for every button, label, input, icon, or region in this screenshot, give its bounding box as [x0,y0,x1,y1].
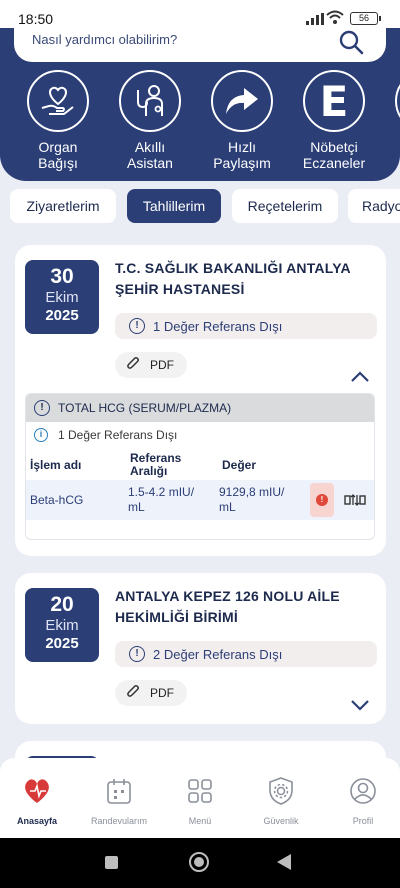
nav-home[interactable]: Anasayfa [0,776,77,826]
quick-action-partial[interactable] [385,70,400,132]
date-badge: 30 Ekim 2025 [25,260,99,334]
date-month: Ekim [45,289,79,306]
test-detail-panel: ! TOTAL HCG (SERUM/PLAZMA) i 1 Değer Ref… [25,393,375,540]
warning-badge: ! [310,483,334,517]
quick-action-label: Organ Bağışı [38,139,78,171]
pdf-button[interactable]: PDF [115,680,187,706]
nav-profile[interactable]: Profil [323,776,400,826]
bottom-navigation: Anasayfa Randevularım Menü Güvenlik Prof… [0,758,400,838]
search-placeholder: Nasıl yardımcı olabilirim? [32,32,178,47]
tab-prescriptions[interactable]: Reçetelerim [232,189,338,223]
grid-menu-icon [160,776,240,806]
table-row[interactable]: Beta-hCG 1.5-4.2 mIU/ mL 9129,8 mIU/ mL … [26,480,374,520]
calendar-icon [79,776,159,806]
tab-lab-results[interactable]: Tahlillerim [127,189,221,223]
recents-button[interactable] [105,856,118,869]
shield-gear-icon [241,776,321,806]
alert-icon: ! [316,494,328,506]
user-icon [323,776,400,806]
nav-label: Anasayfa [16,816,58,826]
pharmacy-letter: E [319,76,349,126]
test-name: TOTAL HCG (SERUM/PLAZMA) [58,401,232,415]
home-header: Nasıl yardımcı olabilirim? Organ Bağışı … [0,28,400,181]
alert-text: 2 Değer Referans Dışı [153,646,283,662]
column-header-value: Değer [222,458,257,472]
date-day: 30 [50,265,74,288]
nav-appointments[interactable]: Randevularım [79,776,159,826]
paperclip-icon [125,684,141,703]
nav-label: Randevularım [90,816,148,826]
info-icon: i [34,428,48,442]
row-value: 9129,8 mIU/ mL [219,485,285,514]
share-arrow-icon [211,70,273,132]
exclamation-icon: ! [129,318,145,334]
quick-action-label: Nöbetçi Eczaneler [302,139,366,171]
date-month: Ekim [45,617,79,634]
column-header-range: Referans Aralığı [130,451,182,478]
row-name: Beta-hCG [30,493,84,507]
quick-action-smart-assistant[interactable]: Akıllı Asistan [109,70,191,171]
date-year: 2025 [45,307,79,324]
quick-action-label: Hızlı Paylaşım [213,139,271,171]
hospital-name: T.C. SAĞLIK BAKANLIĞI ANTALYA ŞEHİR HAST… [115,260,351,297]
nav-menu[interactable]: Menü [160,776,240,826]
pharmacy-e-icon: E [303,70,365,132]
search-bar[interactable]: Nasıl yardımcı olabilirim? [14,28,386,62]
battery-icon: 56 [350,12,381,25]
sub-alert-text: 1 Değer Referans Dışı [58,428,178,442]
nav-label: Profil [352,816,374,826]
nav-label: Menü [188,816,212,826]
doctor-icon [119,70,181,132]
hospital-name: ANTALYA KEPEZ 126 NOLU AİLE HEKİMLİĞİ Bİ… [115,588,340,625]
alert-text: 1 Değer Referans Dışı [153,318,283,334]
date-year: 2025 [45,635,79,652]
nav-label: Güvenlik [263,816,299,826]
test-sub-alert: i 1 Değer Referans Dışı [34,428,177,442]
nav-security[interactable]: Güvenlik [241,776,321,826]
quick-action-on-duty-pharmacies[interactable]: E Nöbetçi Eczaneler [293,70,375,171]
date-day: 20 [50,593,74,616]
quick-action-quick-share[interactable]: Hızlı Paylaşım [201,70,283,171]
paperclip-icon [125,356,141,375]
pdf-label: PDF [150,686,174,700]
pdf-button[interactable]: PDF [115,352,187,378]
tab-radiology[interactable]: Radyo [348,189,400,223]
out-of-range-alert[interactable]: ! 1 Değer Referans Dışı [115,313,377,339]
hand-heart-icon [27,70,89,132]
search-icon[interactable] [338,29,364,60]
column-header-name: İşlem adı [30,458,82,472]
back-button[interactable] [277,854,291,870]
quick-action-label: Akıllı Asistan [127,139,173,171]
lab-result-card[interactable]: 30 Ekim 2025 T.C. SAĞLIK BAKANLIĞI ANTAL… [15,245,386,556]
home-button[interactable] [189,852,209,872]
out-of-range-alert[interactable]: ! 2 Değer Referans Dışı [115,641,377,667]
lab-result-card[interactable]: 20 Ekim 2025 ANTALYA KEPEZ 126 NOLU AİLE… [15,573,386,724]
test-header[interactable]: ! TOTAL HCG (SERUM/PLAZMA) [26,394,374,422]
system-navigation-bar [0,838,400,888]
quick-action-organ-donation[interactable]: Organ Bağışı [17,70,99,171]
exclamation-icon: ! [129,646,145,662]
category-tabs: Ziyaretlerim Tahlillerim Reçetelerim Rad… [0,188,400,228]
exclamation-icon: ! [34,400,50,416]
date-badge: 20 Ekim 2025 [25,588,99,662]
heart-home-icon [0,776,77,806]
row-range: 1.5-4.2 mIU/ mL [128,485,195,514]
tab-visits[interactable]: Ziyaretlerim [10,189,116,223]
pdf-label: PDF [150,358,174,372]
compare-icon[interactable] [344,492,366,513]
chevron-down-icon[interactable] [350,698,370,716]
chevron-up-icon[interactable] [350,370,370,388]
clock: 18:50 [18,11,54,27]
